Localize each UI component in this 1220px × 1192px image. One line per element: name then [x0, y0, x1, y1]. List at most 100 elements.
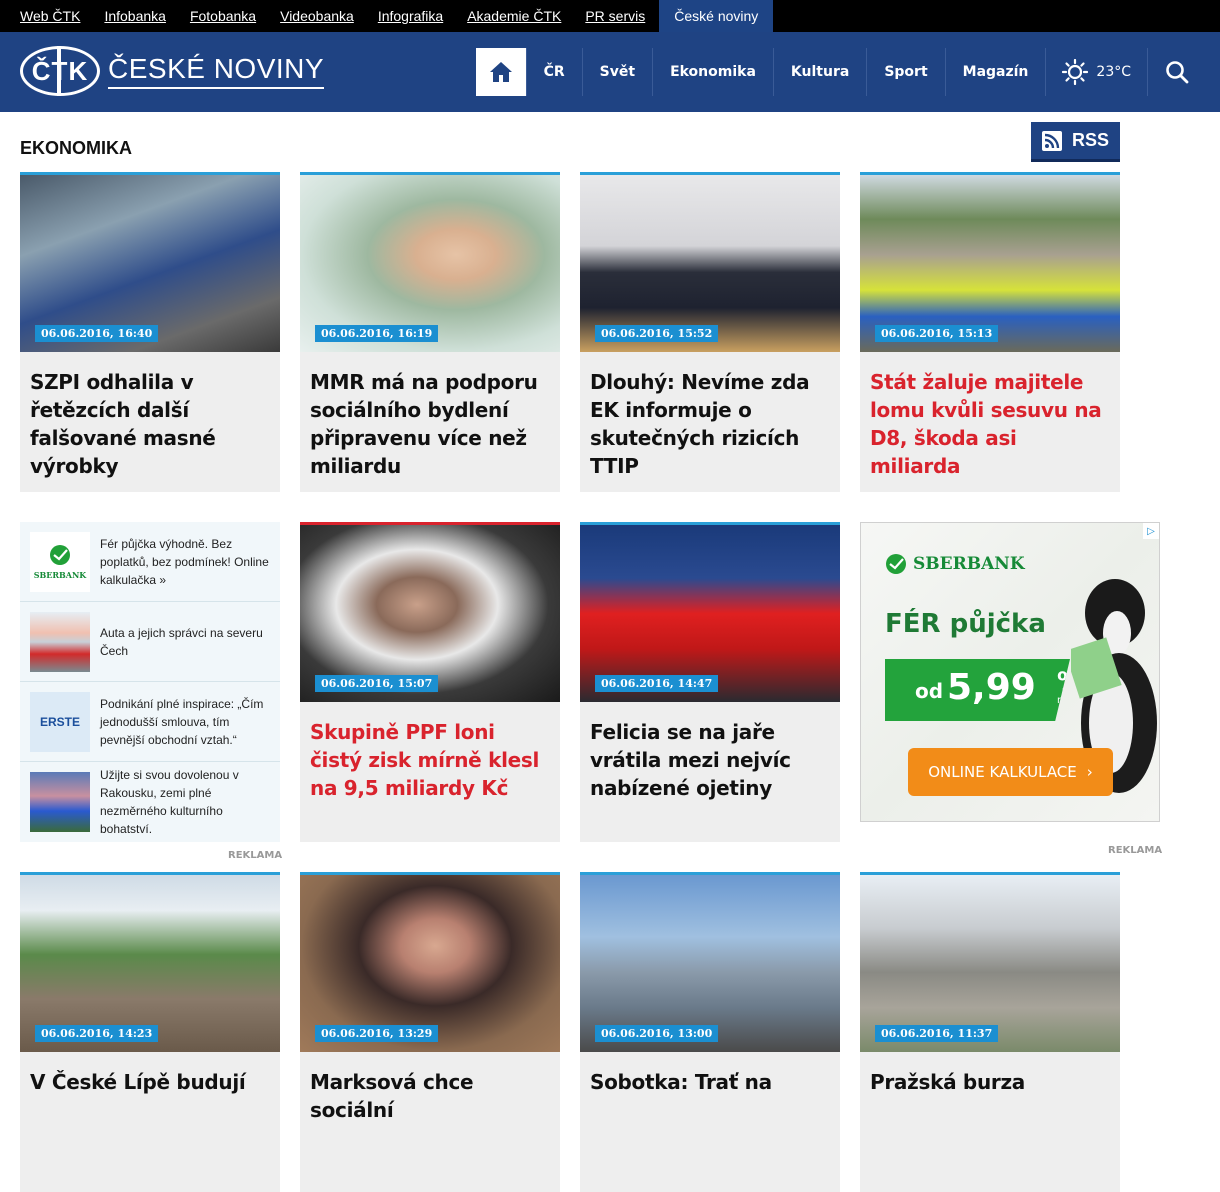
- article-date: 06.06.2016, 15:07: [315, 675, 439, 692]
- article-card[interactable]: 06.06.2016, 14:47 Felicia se na jaře vrá…: [580, 522, 840, 842]
- nav-ekonomika[interactable]: Ekonomika: [652, 48, 773, 96]
- promo-text: Užijte si svou dovolenou v Rakousku, zem…: [100, 768, 239, 836]
- sberbank-logo: SBERBANK: [30, 531, 90, 592]
- article-photo: 06.06.2016, 14:23: [20, 875, 280, 1052]
- promo-item[interactable]: Užijte si svou dovolenou v Rakousku, zem…: [20, 762, 280, 842]
- article-card[interactable]: 06.06.2016, 13:29 Marksová chce sociální: [300, 872, 560, 1192]
- article-title: V České Lípě budují: [30, 1070, 246, 1094]
- promo-photo: [30, 611, 90, 672]
- article-date: 06.06.2016, 11:37: [875, 1025, 999, 1042]
- banner-cta-button[interactable]: ONLINE KALKULACE ›: [908, 748, 1113, 796]
- toplink-akademie[interactable]: Akademie ČTK: [455, 0, 573, 32]
- article-title: Skupině PPF loni čistý zisk mírně klesl …: [310, 720, 540, 800]
- article-date: 06.06.2016, 13:29: [315, 1025, 439, 1042]
- erste-logo: ERSTE: [30, 691, 90, 752]
- chevron-right-icon: ›: [1086, 763, 1093, 781]
- article-title: MMR má na podporu sociálního bydlení při…: [310, 370, 538, 478]
- main-nav: ČR Svět Ekonomika Kultura Sport Magazín …: [475, 48, 1205, 96]
- site-logo[interactable]: ČTK ČESKÉ NOVINY: [20, 46, 325, 96]
- article-date: 06.06.2016, 14:23: [35, 1025, 159, 1042]
- banner-rate: od 5,99 % ročně: [885, 659, 1070, 721]
- article-card[interactable]: 06.06.2016, 11:37 Pražská burza: [860, 872, 1120, 1192]
- article-photo: 06.06.2016, 13:00: [580, 875, 840, 1052]
- nav-weather[interactable]: 23°C: [1045, 48, 1147, 96]
- site-header: ČTK ČESKÉ NOVINY ČR Svět Ekonomika Kultu…: [0, 32, 1220, 112]
- article-card[interactable]: 06.06.2016, 15:07 Skupině PPF loni čistý…: [300, 522, 560, 842]
- article-photo: 06.06.2016, 15:52: [580, 175, 840, 352]
- toplink-web-ctk[interactable]: Web ČTK: [8, 0, 92, 32]
- banner-brand: SBERBANK: [885, 553, 1025, 575]
- toplink-ceske-noviny[interactable]: České noviny: [659, 0, 774, 32]
- article-title: Marksová chce sociální: [310, 1070, 474, 1122]
- rate-prefix: od: [915, 679, 944, 703]
- promo-list: SBERBANK Fér půjčka výhodně. Bez poplatk…: [20, 522, 280, 842]
- rss-label: RSS: [1071, 130, 1109, 150]
- sun-icon: [1062, 59, 1089, 85]
- sberbank-icon: [886, 554, 906, 574]
- adchoices-icon[interactable]: ▷: [1143, 523, 1159, 539]
- top-links-bar: Web ČTK Infobanka Fotobanka Videobanka I…: [0, 0, 1220, 32]
- article-title: Felicia se na jaře vrátila mezi nejvíc n…: [590, 720, 791, 800]
- banner-brand-name: SBERBANK: [913, 554, 1025, 574]
- article-card[interactable]: 06.06.2016, 16:19 MMR má na podporu soci…: [300, 172, 560, 492]
- article-date: 06.06.2016, 16:40: [35, 325, 159, 342]
- nav-svet[interactable]: Svět: [581, 48, 652, 96]
- article-photo: 06.06.2016, 14:47: [580, 525, 840, 702]
- article-title: Dlouhý: Nevíme zda EK informuje o skuteč…: [590, 370, 810, 478]
- toplink-videobanka[interactable]: Videobanka: [268, 0, 366, 32]
- nav-magazin[interactable]: Magazín: [944, 48, 1046, 96]
- nav-sport[interactable]: Sport: [866, 48, 944, 96]
- ad-label: REKLAMA: [228, 850, 283, 861]
- article-date: 06.06.2016, 15:52: [595, 325, 719, 342]
- promo-item[interactable]: SBERBANK Fér půjčka výhodně. Bez poplatk…: [20, 522, 280, 602]
- article-card[interactable]: 06.06.2016, 15:52 Dlouhý: Nevíme zda EK …: [580, 172, 840, 492]
- section-title: EKONOMIKA: [20, 138, 132, 158]
- article-title: Sobotka: Trať na: [590, 1070, 772, 1094]
- rate-value: 5,99: [947, 667, 1036, 708]
- article-date: 06.06.2016, 15:13: [875, 325, 999, 342]
- sberbank-banner-ad[interactable]: ▷ SBERBANK FÉR půjčka od 5,99 % ročně ON…: [860, 522, 1160, 822]
- article-date: 06.06.2016, 16:19: [315, 325, 439, 342]
- promo-item[interactable]: Auta a jejich správci na severu Čech: [20, 602, 280, 682]
- toplink-fotobanka[interactable]: Fotobanka: [178, 0, 268, 32]
- article-photo: 06.06.2016, 13:29: [300, 875, 560, 1052]
- promo-text: Auta a jejich správci na severu Čech: [100, 625, 263, 658]
- promo-photo: [30, 772, 90, 832]
- search-button[interactable]: [1147, 48, 1205, 96]
- toplink-infografika[interactable]: Infografika: [366, 0, 455, 32]
- sberbank-icon: [50, 544, 70, 565]
- article-title: Pražská burza: [870, 1070, 1025, 1094]
- article-photo: 06.06.2016, 11:37: [860, 875, 1120, 1052]
- cta-label: ONLINE KALKULACE: [928, 763, 1077, 781]
- article-card[interactable]: 06.06.2016, 14:23 V České Lípě budují: [20, 872, 280, 1192]
- nav-cr[interactable]: ČR: [525, 48, 582, 96]
- promo-text: Fér půjčka výhodně. Bez poplatků, bez po…: [100, 536, 269, 587]
- article-photo: 06.06.2016, 16:40: [20, 175, 280, 352]
- promo-brand: SBERBANK: [33, 569, 87, 580]
- article-photo: 06.06.2016, 15:13: [860, 175, 1120, 352]
- article-title: SZPI odhalila v řetězcích další falšovan…: [30, 370, 216, 478]
- article-date: 06.06.2016, 13:00: [595, 1025, 719, 1042]
- home-icon: [489, 62, 512, 82]
- toplink-pr-servis[interactable]: PR servis: [573, 0, 657, 32]
- article-title: Stát žaluje majitele lomu kvůli sesuvu n…: [870, 370, 1102, 478]
- rss-button[interactable]: RSS: [1031, 122, 1120, 162]
- ad-label: REKLAMA: [1108, 845, 1163, 856]
- article-photo: 06.06.2016, 16:19: [300, 175, 560, 352]
- weather-temp: 23°C: [1096, 64, 1131, 80]
- toplink-infobanka[interactable]: Infobanka: [92, 0, 178, 32]
- article-card[interactable]: 06.06.2016, 16:40 SZPI odhalila v řetězc…: [20, 172, 280, 492]
- banner-headline: FÉR půjčka: [885, 609, 1046, 639]
- article-card[interactable]: 06.06.2016, 13:00 Sobotka: Trať na: [580, 872, 840, 1192]
- promo-text: Podnikání plné inspirace: „Čím jednodušš…: [100, 696, 264, 747]
- site-name: ČESKÉ NOVINY: [108, 53, 325, 89]
- promo-item[interactable]: ERSTE Podnikání plné inspirace: „Čím jed…: [20, 682, 280, 762]
- nav-home[interactable]: [475, 48, 526, 96]
- article-card[interactable]: 06.06.2016, 15:13 Stát žaluje majitele l…: [860, 172, 1120, 492]
- ctk-logo-mark: ČTK: [20, 46, 100, 96]
- article-date: 06.06.2016, 14:47: [595, 675, 719, 692]
- promo-brand: ERSTE: [39, 714, 80, 729]
- article-photo: 06.06.2016, 15:07: [300, 525, 560, 702]
- rss-icon: [1041, 130, 1062, 151]
- nav-kultura[interactable]: Kultura: [772, 48, 866, 96]
